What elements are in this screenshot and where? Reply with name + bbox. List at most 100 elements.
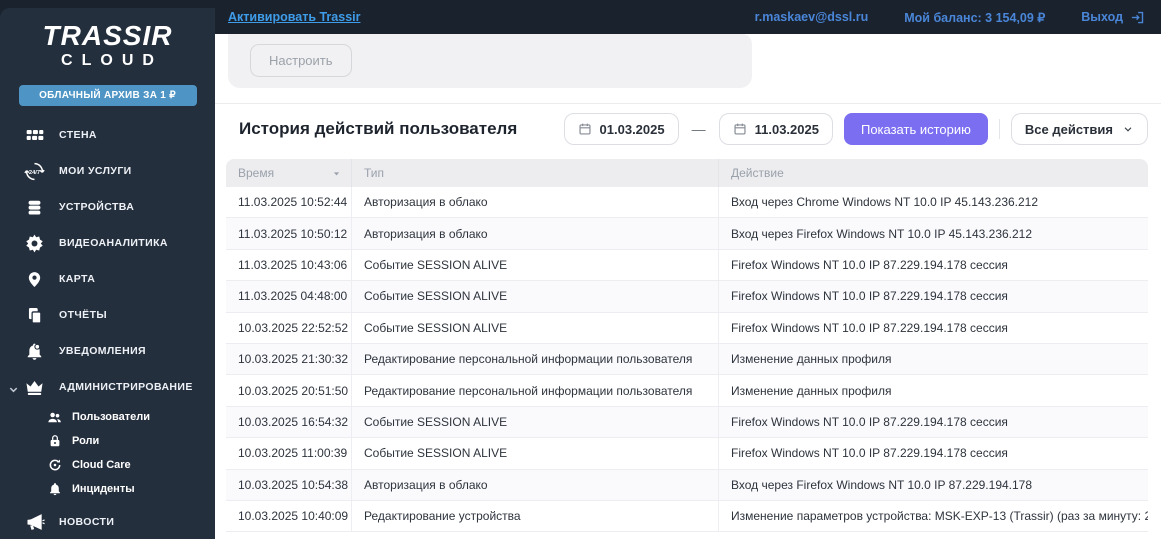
column-header-action[interactable]: Действие [719,159,1148,187]
sidebar-item-news[interactable]: НОВОСТИ [0,504,215,539]
cell-type: Событие SESSION ALIVE [352,249,719,281]
table-row[interactable]: 11.03.2025 10:43:06 Событие SESSION ALIV… [226,249,1148,282]
cell-type: Событие SESSION ALIVE [352,406,719,438]
cell-time: 11.03.2025 10:52:44 [226,187,352,218]
cell-action: Firefox Windows NT 10.0 IP 87.229.194.17… [731,414,1008,429]
cell-action: Firefox Windows NT 10.0 IP 87.229.194.17… [731,289,1008,304]
sidebar-item-notifications[interactable]: УВЕДОМЛЕНИЯ [0,333,215,369]
table-header: Время Тип Действие [226,159,1148,187]
logout-button[interactable]: Выход [1081,10,1145,25]
cell-time: 10.03.2025 10:54:38 [226,469,352,500]
users-icon [47,410,62,425]
cell-time: 10.03.2025 10:40:09 [226,500,352,532]
logout-icon [1131,11,1144,23]
actions-filter-dropdown[interactable]: Все действия [1010,113,1148,145]
table-row[interactable]: 11.03.2025 04:48:00 Событие SESSION ALIV… [226,281,1148,313]
sidebar-item-label: НОВОСТИ [59,516,115,528]
chevron-down-icon[interactable] [8,382,19,393]
gear-icon [24,233,45,254]
lock-icon [47,434,62,449]
history-header: История действий пользователя 01.03.2025… [239,113,1148,145]
cell-action: Вход через Firefox Windows NT 10.0 IP 45… [731,226,1033,241]
cell-type: Редактирование персональной информации п… [352,343,719,375]
column-header-time[interactable]: Время [226,159,352,187]
table-row[interactable]: 11.03.2025 10:52:44 Авторизация в облако… [226,187,1148,219]
cell-type: Авторизация в облако [352,187,719,218]
sidebar-item-video-analytics[interactable]: ВИДЕОАНАЛИТИКА [0,225,215,261]
show-history-button[interactable]: Показать историю [843,113,988,145]
cell-action: Изменение данных профиля [731,352,892,367]
sidebar-item-wall[interactable]: СТЕНА [0,117,215,153]
sort-caret-icon[interactable] [332,169,341,178]
sidebar-item-label: КАРТА [59,273,96,285]
sidebar-item-label: УВЕДОМЛЕНИЯ [59,345,146,357]
cell-time: 10.03.2025 20:51:50 [226,375,352,406]
sidebar-subitem-roles[interactable]: Роли [0,429,215,453]
chevron-down-icon [1124,127,1132,132]
megaphone-icon [24,512,45,533]
column-label: Время [238,166,275,180]
history-table: Время Тип Действие 11.03.2025 10:52:44 А… [226,159,1148,539]
sidebar-subitem-cloud-care[interactable]: Cloud Care [0,453,215,477]
cell-action: Вход через Chrome Windows NT 10.0 IP 45.… [731,195,1039,210]
table-row[interactable]: 11.03.2025 10:50:12 Авторизация в облако… [226,218,1148,250]
cell-time: 11.03.2025 10:43:06 [226,249,352,281]
controls-divider [998,119,1000,139]
crown-icon [24,377,45,398]
cell-time: 10.03.2025 21:30:32 [226,343,352,375]
date-from-picker[interactable]: 01.03.2025 [563,113,679,145]
table-row[interactable]: 10.03.2025 21:30:32 Редактирование персо… [226,343,1148,376]
sidebar-subitem-label: Роли [72,435,100,447]
table-row[interactable]: 10.03.2025 20:51:50 Редактирование персо… [226,375,1148,407]
cell-type: Редактирование персональной информации п… [352,375,719,406]
cell-type: Событие SESSION ALIVE [352,281,719,312]
history-controls: 01.03.2025 — 11.03.2025 Показать историю… [563,113,1148,145]
logo-subtitle: CLOUD [61,52,163,69]
sidebar-item-my-services[interactable]: 24/7 МОИ УСЛУГИ [0,153,215,189]
sidebar-item-label: УСТРОЙСТВА [59,201,135,213]
cell-action: Firefox Windows NT 10.0 IP 87.229.194.17… [731,446,1008,461]
table-row[interactable]: 10.03.2025 10:54:38 Авторизация в облако… [226,469,1148,501]
sidebar-subitem-label: Инциденты [72,483,135,495]
configure-button[interactable]: Настроить [250,44,352,77]
cell-type: Авторизация в облако [352,218,719,249]
table-row[interactable]: 10.03.2025 22:52:52 Событие SESSION ALIV… [226,312,1148,344]
bell-icon [47,482,62,497]
sidebar-subitem-users[interactable]: Пользователи [0,405,215,429]
activate-trassir-link[interactable]: Активировать Trassir [228,10,360,24]
video-wall-icon [24,125,45,146]
sidebar-item-devices[interactable]: УСТРОЙСТВА [0,189,215,225]
column-header-type[interactable]: Тип [352,159,719,187]
map-pin-icon [24,269,45,290]
topbar-right: r.maskaev@dssl.ru Мой баланс: 3 154,09 ₽… [755,10,1145,25]
sidebar-item-label: АДМИНИСТРИРОВАНИЕ [59,381,193,393]
balance-label[interactable]: Мой баланс: 3 154,09 ₽ [904,10,1045,25]
cell-time: 11.03.2025 10:50:12 [226,218,352,249]
sidebar-subitem-label: Cloud Care [72,459,131,471]
cloud-archive-button[interactable]: ОБЛАЧНЫЙ АРХИВ ЗА 1 ₽ [18,85,197,106]
cell-time: 11.03.2025 04:48:00 [226,281,352,312]
logout-label: Выход [1081,10,1123,24]
sidebar-item-administration[interactable]: АДМИНИСТРИРОВАНИЕ [0,369,215,405]
sidebar-item-label: СТЕНА [59,129,97,141]
trassir-cloud-logo[interactable]: TRASSIR CLOUD [0,8,215,70]
cell-action: Изменение параметров устройства: MSK-EXP… [731,509,1148,524]
sidebar-item-reports[interactable]: ОТЧЁТЫ [0,297,215,333]
table-row[interactable]: 10.03.2025 11:00:39 Событие SESSION ALIV… [226,438,1148,470]
sidebar: TRASSIR CLOUD ОБЛАЧНЫЙ АРХИВ ЗА 1 ₽ СТЕН… [0,8,215,539]
cell-time: 10.03.2025 16:54:32 [226,406,352,438]
service-24-7-icon: 24/7 [24,161,45,182]
cell-action: Вход через Firefox Windows NT 10.0 IP 87… [731,477,1033,492]
sidebar-item-map[interactable]: КАРТА [0,261,215,297]
table-row[interactable]: 10.03.2025 10:40:09 Редактирование устро… [226,500,1148,533]
cell-type: Редактирование устройства [352,500,719,532]
cell-time: 10.03.2025 11:00:39 [226,438,352,469]
user-email[interactable]: r.maskaev@dssl.ru [755,10,869,24]
refresh-icon [47,458,62,473]
date-range-separator: — [691,121,706,137]
sidebar-subitem-incidents[interactable]: Инциденты [0,477,215,501]
sidebar-item-label: ОТЧЁТЫ [59,309,108,321]
date-to-picker[interactable]: 11.03.2025 [718,113,833,145]
calendar-icon [734,123,746,135]
table-row[interactable]: 10.03.2025 16:54:32 Событие SESSION ALIV… [226,406,1148,439]
